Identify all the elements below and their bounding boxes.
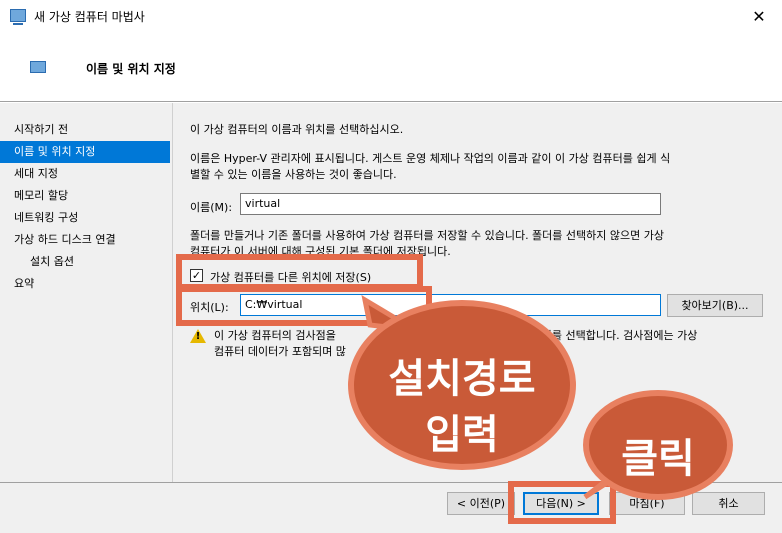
bubble-path-line1: 설치경로	[388, 356, 536, 402]
annotation-bubble-path: 설치경로 입력	[348, 300, 576, 470]
annotation-bubble-click: 클릭	[583, 390, 733, 500]
bubble-path-line2: 입력	[425, 412, 499, 458]
bubble-click-text: 클릭	[621, 436, 695, 482]
